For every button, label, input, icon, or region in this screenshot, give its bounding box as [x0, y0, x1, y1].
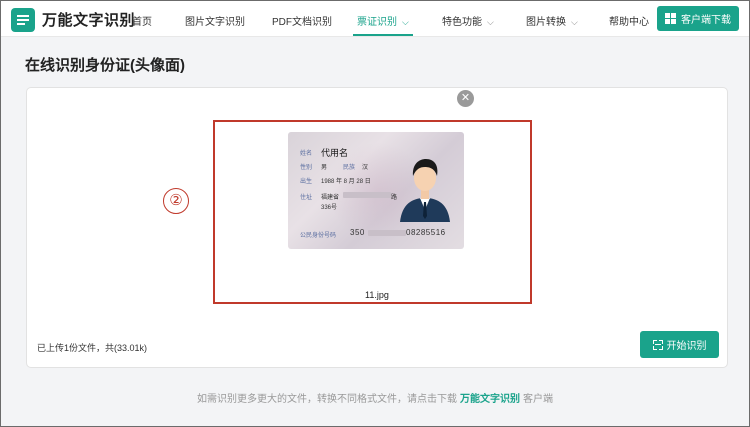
remove-file-button[interactable]: ✕ — [457, 90, 474, 107]
footer-note: 如需识别更多更大的文件，转换不同格式文件，请点击下载 万能文字识别 客户端 — [197, 394, 553, 405]
uploaded-file-name: 11.jpg — [365, 290, 389, 300]
start-recognition-button[interactable]: 开始识别 — [640, 331, 719, 358]
nav-item-image-convert[interactable]: 图片转换 ⌵ — [526, 13, 578, 28]
app-logo-icon[interactable] — [11, 8, 35, 32]
nav-item-card-ocr[interactable]: 票证识别 ⌵ — [357, 13, 409, 28]
windows-icon — [665, 13, 676, 24]
page-title: 在线识别身份证(头像面) — [25, 57, 185, 74]
nav-item-pdf-ocr[interactable]: PDF文档识别 — [272, 13, 332, 28]
nav-item-image-ocr[interactable]: 图片文字识别 — [185, 13, 245, 28]
upload-summary: 已上传1份文件，共(33.01k) — [37, 343, 148, 353]
step-marker: ② — [163, 188, 189, 214]
chevron-down-icon: ⌵ — [487, 17, 494, 27]
scan-icon — [652, 339, 663, 350]
chevron-down-icon: ⌵ — [402, 17, 409, 27]
nav-item-home[interactable]: 首页 — [132, 13, 152, 28]
active-tab-indicator — [353, 34, 413, 36]
close-icon: ✕ — [460, 92, 471, 104]
chevron-down-icon: ⌵ — [571, 17, 578, 27]
brand-name[interactable]: 万能文字识别 — [42, 9, 135, 30]
preview-highlight-frame — [213, 120, 532, 304]
client-download-button[interactable]: 客户端下载 — [657, 6, 739, 31]
top-navigation-bar: 万能文字识别 首页 图片文字识别 PDF文档识别 票证识别 ⌵ 特色功能 ⌵ 图片转… — [1, 1, 749, 37]
nav-item-features[interactable]: 特色功能 ⌵ — [442, 13, 494, 28]
client-download-link[interactable]: 万能文字识别 — [460, 394, 520, 405]
nav-item-help[interactable]: 帮助中心 — [609, 13, 649, 28]
